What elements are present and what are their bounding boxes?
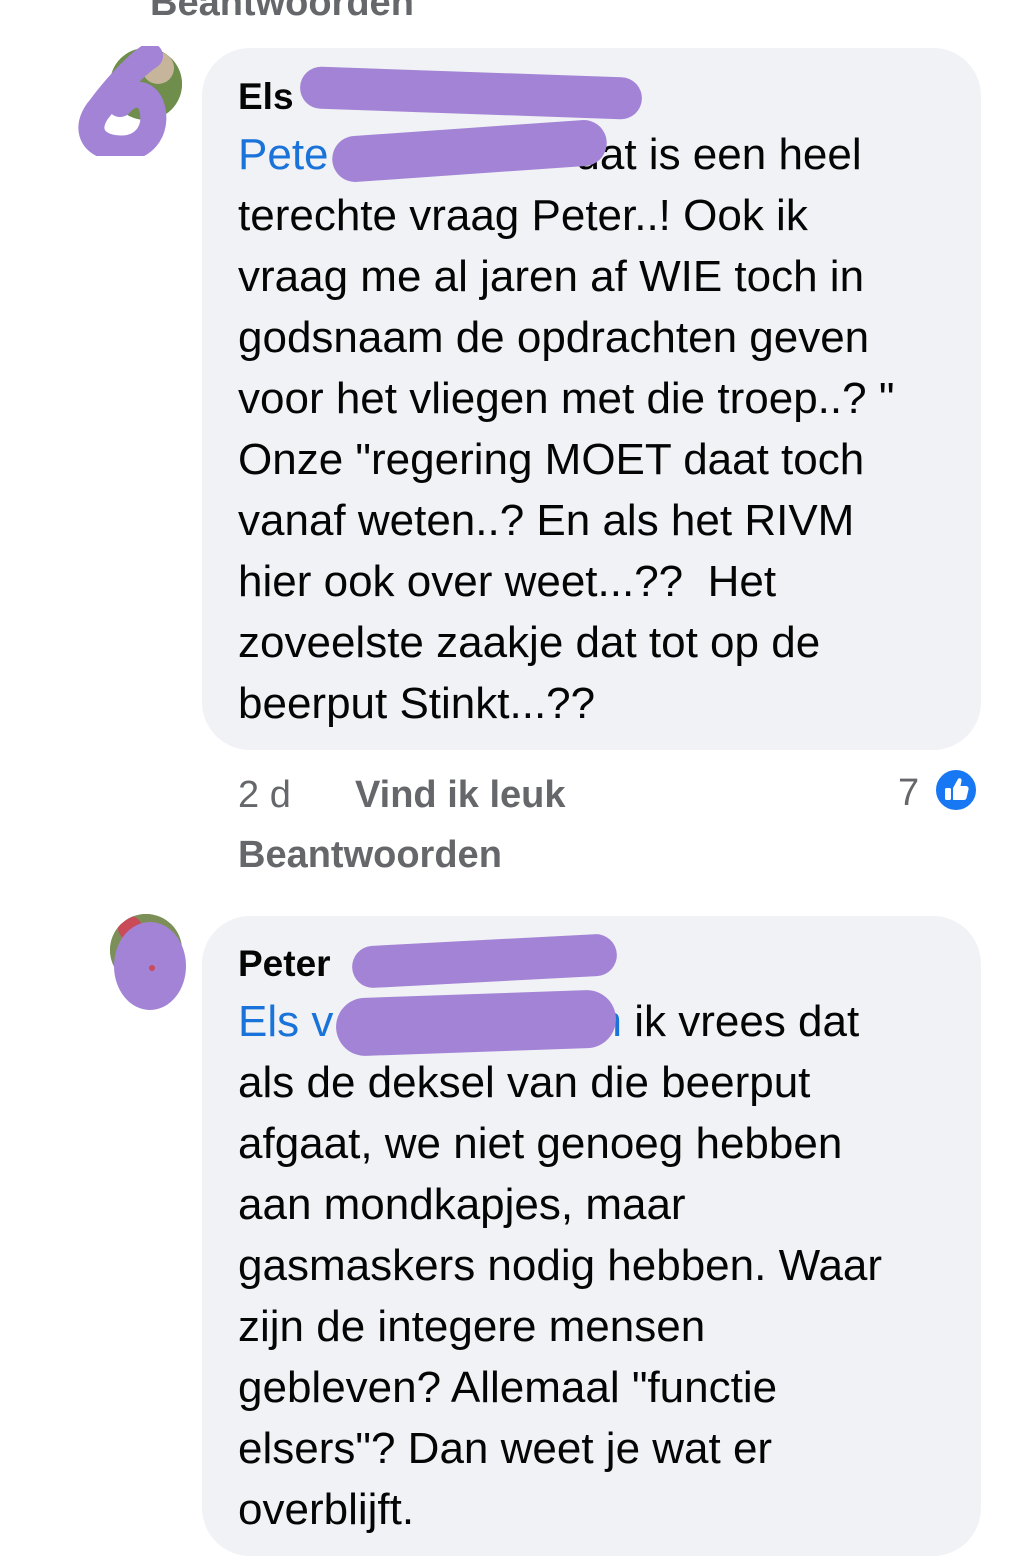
- comment-time[interactable]: 2 d: [238, 774, 291, 817]
- comment-author[interactable]: Peter: [238, 943, 331, 985]
- mention-redaction: [335, 989, 617, 1057]
- like-button[interactable]: Vind ik leuk: [355, 774, 565, 817]
- previous-reply-link[interactable]: Beantwoorden: [150, 0, 414, 25]
- comment-body: als de deksel van die beerput afgaat, we…: [238, 1058, 883, 1534]
- comment-body: terechte vraag Peter..! Ook ik vraag me …: [238, 191, 895, 728]
- reaction-count[interactable]: 7: [898, 772, 919, 815]
- avatar-redaction: [78, 46, 167, 156]
- mention-link[interactable]: Els v: [238, 997, 333, 1046]
- reply-button[interactable]: Beantwoorden: [238, 834, 502, 877]
- comment-author[interactable]: Els: [238, 76, 294, 118]
- avatar-redaction: [114, 922, 186, 1010]
- comment-thread: Beantwoorden Els PeteWinterswijk dat is …: [0, 0, 1017, 1566]
- thumbs-up-icon[interactable]: [933, 767, 979, 813]
- mention-link[interactable]: Pete: [238, 130, 329, 179]
